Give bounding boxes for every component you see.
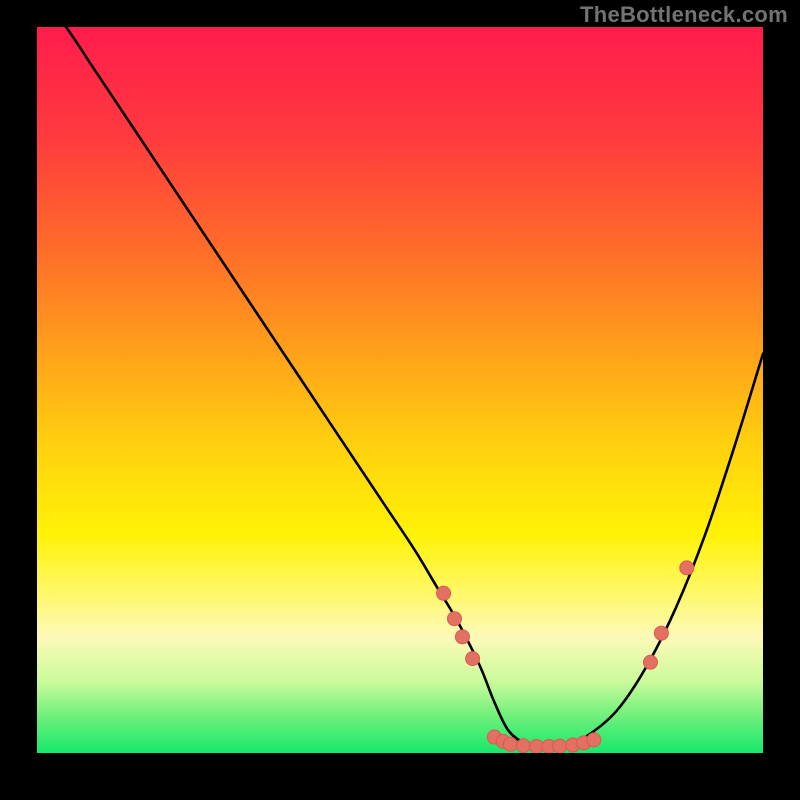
- data-marker: [437, 586, 451, 600]
- data-marker: [516, 739, 530, 753]
- chart-stage: TheBottleneck.com: [0, 0, 800, 800]
- data-marker: [503, 737, 517, 751]
- data-marker: [654, 626, 668, 640]
- data-marker: [680, 561, 694, 575]
- data-marker: [553, 739, 567, 753]
- data-marker: [587, 733, 601, 747]
- chart-svg: [0, 0, 800, 800]
- heat-gradient-background: [37, 27, 763, 753]
- watermark-label: TheBottleneck.com: [580, 2, 788, 28]
- data-marker: [466, 652, 480, 666]
- data-marker: [455, 630, 469, 644]
- data-marker: [447, 612, 461, 626]
- data-marker: [643, 655, 657, 669]
